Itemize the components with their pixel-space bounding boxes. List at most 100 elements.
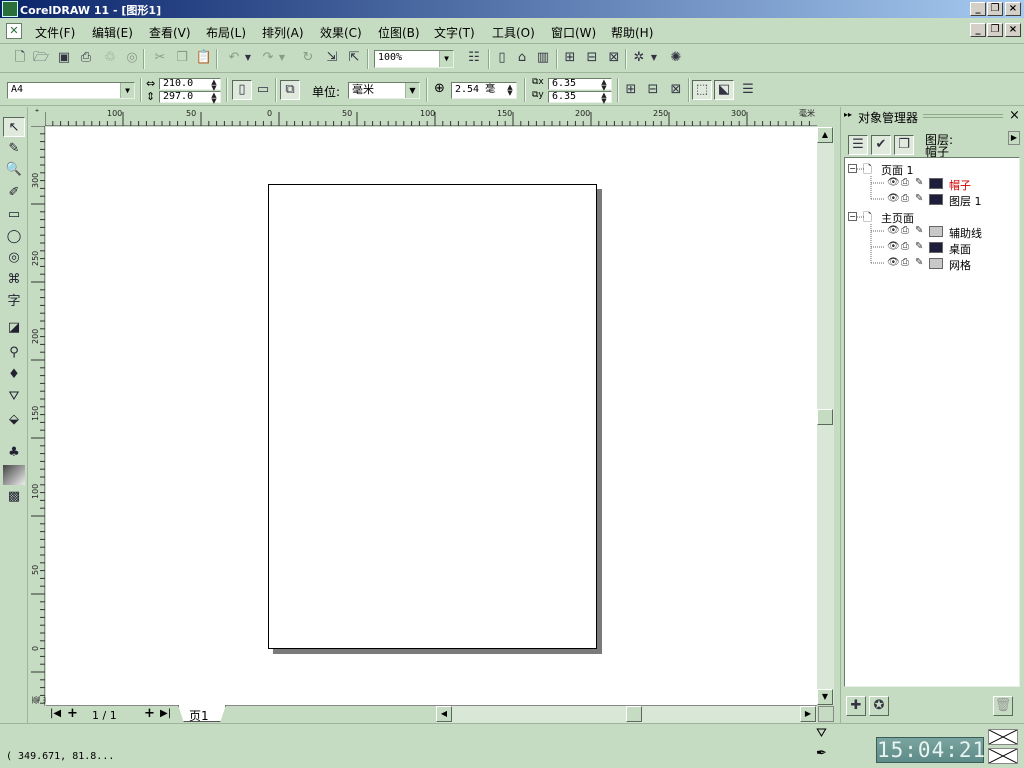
basic-shapes-tool-icon[interactable]: ⌘ xyxy=(3,270,25,290)
printable-icon[interactable]: ⎙ xyxy=(901,177,909,188)
paste-icon[interactable]: 📋 xyxy=(194,48,214,68)
export-icon[interactable]: ⇱ xyxy=(344,48,364,68)
close-button[interactable]: × xyxy=(1005,2,1021,16)
visibility-eye-icon[interactable]: 👁 xyxy=(887,257,900,268)
interactive-blend-tool-icon[interactable]: ◪ xyxy=(3,318,25,338)
shape-tool-icon[interactable]: ✎ xyxy=(3,139,25,159)
zoom-tool-icon[interactable]: 🔍 xyxy=(3,160,25,180)
repeat-icon[interactable]: ↻ xyxy=(298,48,318,68)
tree-layer-desktop[interactable]: 桌面 xyxy=(949,241,971,257)
publish-icon[interactable]: ◎ xyxy=(122,48,142,68)
height-spinner-icon[interactable]: ▲ ▼ xyxy=(208,92,220,105)
horizontal-ruler[interactable]: 100 50 0 50 100 150 200 250 300 毫米 xyxy=(45,108,817,126)
menu-layout[interactable]: 布局(L) xyxy=(206,24,246,41)
restore-button[interactable]: ❐ xyxy=(987,2,1003,16)
tree-master-page[interactable]: 主页面 xyxy=(881,210,914,226)
outline-pen-indicator-icon[interactable]: ✒ xyxy=(816,746,827,761)
object-tree[interactable]: − 🗋 页面 1 👁 ⎙ ✎ 帽子 👁 ⎙ ✎ 图层 1 − 🗋 主页面 👁 ⎙… xyxy=(844,157,1020,687)
visibility-eye-icon[interactable]: 👁 xyxy=(887,193,900,204)
printable-icon[interactable]: ⎙ xyxy=(901,193,909,204)
horizontal-scroll-thumb[interactable] xyxy=(626,706,642,722)
docker-grip[interactable] xyxy=(923,114,1003,118)
layer-color-swatch[interactable] xyxy=(929,242,943,253)
grid-icon[interactable]: ⊞ xyxy=(560,48,580,68)
rectangle-tool-icon[interactable]: ▭ xyxy=(3,205,25,225)
document-page[interactable] xyxy=(268,184,597,649)
text-tool-icon[interactable]: 字 xyxy=(3,292,25,312)
gradient-fill-icon[interactable] xyxy=(3,465,25,485)
redo-icon[interactable]: ↷ xyxy=(258,48,278,68)
scroll-left-icon[interactable]: ◀ xyxy=(436,706,452,722)
menu-help[interactable]: 帮助(H) xyxy=(611,24,653,41)
cut-icon[interactable]: ✂ xyxy=(150,48,170,68)
vertical-scrollbar[interactable]: ▲ ▼ xyxy=(817,127,834,705)
editable-pencil-icon[interactable]: ✎ xyxy=(915,241,923,252)
editable-pencil-icon[interactable]: ✎ xyxy=(915,193,923,204)
undo-dropdown-icon[interactable]: ▼ xyxy=(242,48,254,68)
open-icon[interactable]: 🗁 xyxy=(31,48,51,68)
chevron-down-icon[interactable]: ▼ xyxy=(120,83,134,98)
visibility-eye-icon[interactable]: 👁 xyxy=(887,225,900,236)
pen-outline-icon[interactable]: ♣ xyxy=(3,443,25,463)
layer-color-swatch[interactable] xyxy=(929,194,943,205)
collapse-node-icon[interactable]: − xyxy=(848,212,857,221)
fill-indicator-icon[interactable]: ⛛ xyxy=(816,726,827,741)
page-layout-icon[interactable]: ⧉ xyxy=(280,80,300,100)
editable-pencil-icon[interactable]: ✎ xyxy=(915,177,923,188)
pattern-fill-icon[interactable]: ▩ xyxy=(3,487,25,507)
zoom-level-select[interactable]: 100% ▼ xyxy=(374,50,454,68)
polygon-tool-icon[interactable]: ◎ xyxy=(3,248,25,268)
view-navigator-icon[interactable] xyxy=(818,706,834,722)
align-options-icon[interactable]: ☰ xyxy=(738,80,758,100)
printable-icon[interactable]: ⎙ xyxy=(901,241,909,252)
tree-layer-guides[interactable]: 辅助线 xyxy=(949,225,982,241)
close-icon[interactable]: × xyxy=(1009,108,1020,123)
menu-arrange[interactable]: 排列(A) xyxy=(262,24,304,41)
print-merge-icon[interactable]: ♲ xyxy=(100,48,120,68)
no-outline-swatch[interactable] xyxy=(988,748,1018,764)
vertical-scroll-thumb[interactable] xyxy=(817,409,833,425)
no-fill-swatch[interactable] xyxy=(988,729,1018,745)
menu-file[interactable]: 文件(F) xyxy=(35,24,75,41)
outline-tool-icon[interactable]: ♦ xyxy=(3,365,25,385)
scroll-down-icon[interactable]: ▼ xyxy=(817,689,833,705)
options-dropdown-icon[interactable]: ▼ xyxy=(648,48,660,68)
new-master-layer-icon[interactable]: ✪ xyxy=(869,696,889,716)
import-icon[interactable]: ⇲ xyxy=(322,48,342,68)
landscape-icon[interactable]: ▭ xyxy=(253,80,273,100)
vertical-ruler[interactable]: 300 250 200 150 100 50 0 毫米 xyxy=(29,126,52,706)
first-page-icon[interactable]: |◀ xyxy=(50,708,61,719)
printable-icon[interactable]: ⎙ xyxy=(901,225,909,236)
menu-text[interactable]: 文字(T) xyxy=(434,24,475,41)
align-center-icon[interactable]: ⊟ xyxy=(582,48,602,68)
collapse-docker-icon[interactable]: ▸▸ xyxy=(844,110,852,119)
save-icon[interactable]: ▣ xyxy=(54,48,74,68)
editable-pencil-icon[interactable]: ✎ xyxy=(915,257,923,268)
ruler-origin-icon[interactable]: ⁺ xyxy=(29,108,45,126)
snap-to-grid-icon[interactable]: ☷ xyxy=(464,48,484,68)
nudge-spinner-icon[interactable]: ▲ ▼ xyxy=(504,84,516,97)
fill-tool-icon[interactable]: ⛛ xyxy=(3,387,25,407)
draw-with-objects-icon[interactable]: ⬕ xyxy=(714,80,734,100)
undo-icon[interactable]: ↶ xyxy=(224,48,244,68)
scroll-up-icon[interactable]: ▲ xyxy=(817,127,833,143)
menu-window[interactable]: 窗口(W) xyxy=(551,24,596,41)
snap-objects-icon[interactable]: ⊠ xyxy=(666,80,686,100)
menu-edit[interactable]: 编辑(E) xyxy=(92,24,133,41)
visibility-eye-icon[interactable]: 👁 xyxy=(887,177,900,188)
editable-pencil-icon[interactable]: ✎ xyxy=(915,225,923,236)
pick-tool-icon[interactable]: ↖ xyxy=(3,117,25,137)
chevron-down-icon[interactable]: ▼ xyxy=(405,83,419,98)
ellipse-tool-icon[interactable]: ◯ xyxy=(3,227,25,247)
layer-manager-view-icon[interactable]: ❐ xyxy=(894,135,914,155)
doc-close-button[interactable]: × xyxy=(1005,23,1021,37)
new-layer-icon[interactable]: ✚ xyxy=(846,696,866,716)
tree-page-1[interactable]: 页面 1 xyxy=(881,162,914,178)
barcode-icon[interactable]: ▥ xyxy=(533,48,553,68)
units-select[interactable]: 毫米 ▼ xyxy=(348,82,420,99)
visibility-eye-icon[interactable]: 👁 xyxy=(887,241,900,252)
show-properties-icon[interactable]: ☰ xyxy=(848,135,868,155)
tree-layer-1[interactable]: 图层 1 xyxy=(949,193,982,209)
document-icon[interactable]: ✕ xyxy=(6,23,22,39)
application-launcher-icon[interactable]: ⌂ xyxy=(512,48,532,68)
